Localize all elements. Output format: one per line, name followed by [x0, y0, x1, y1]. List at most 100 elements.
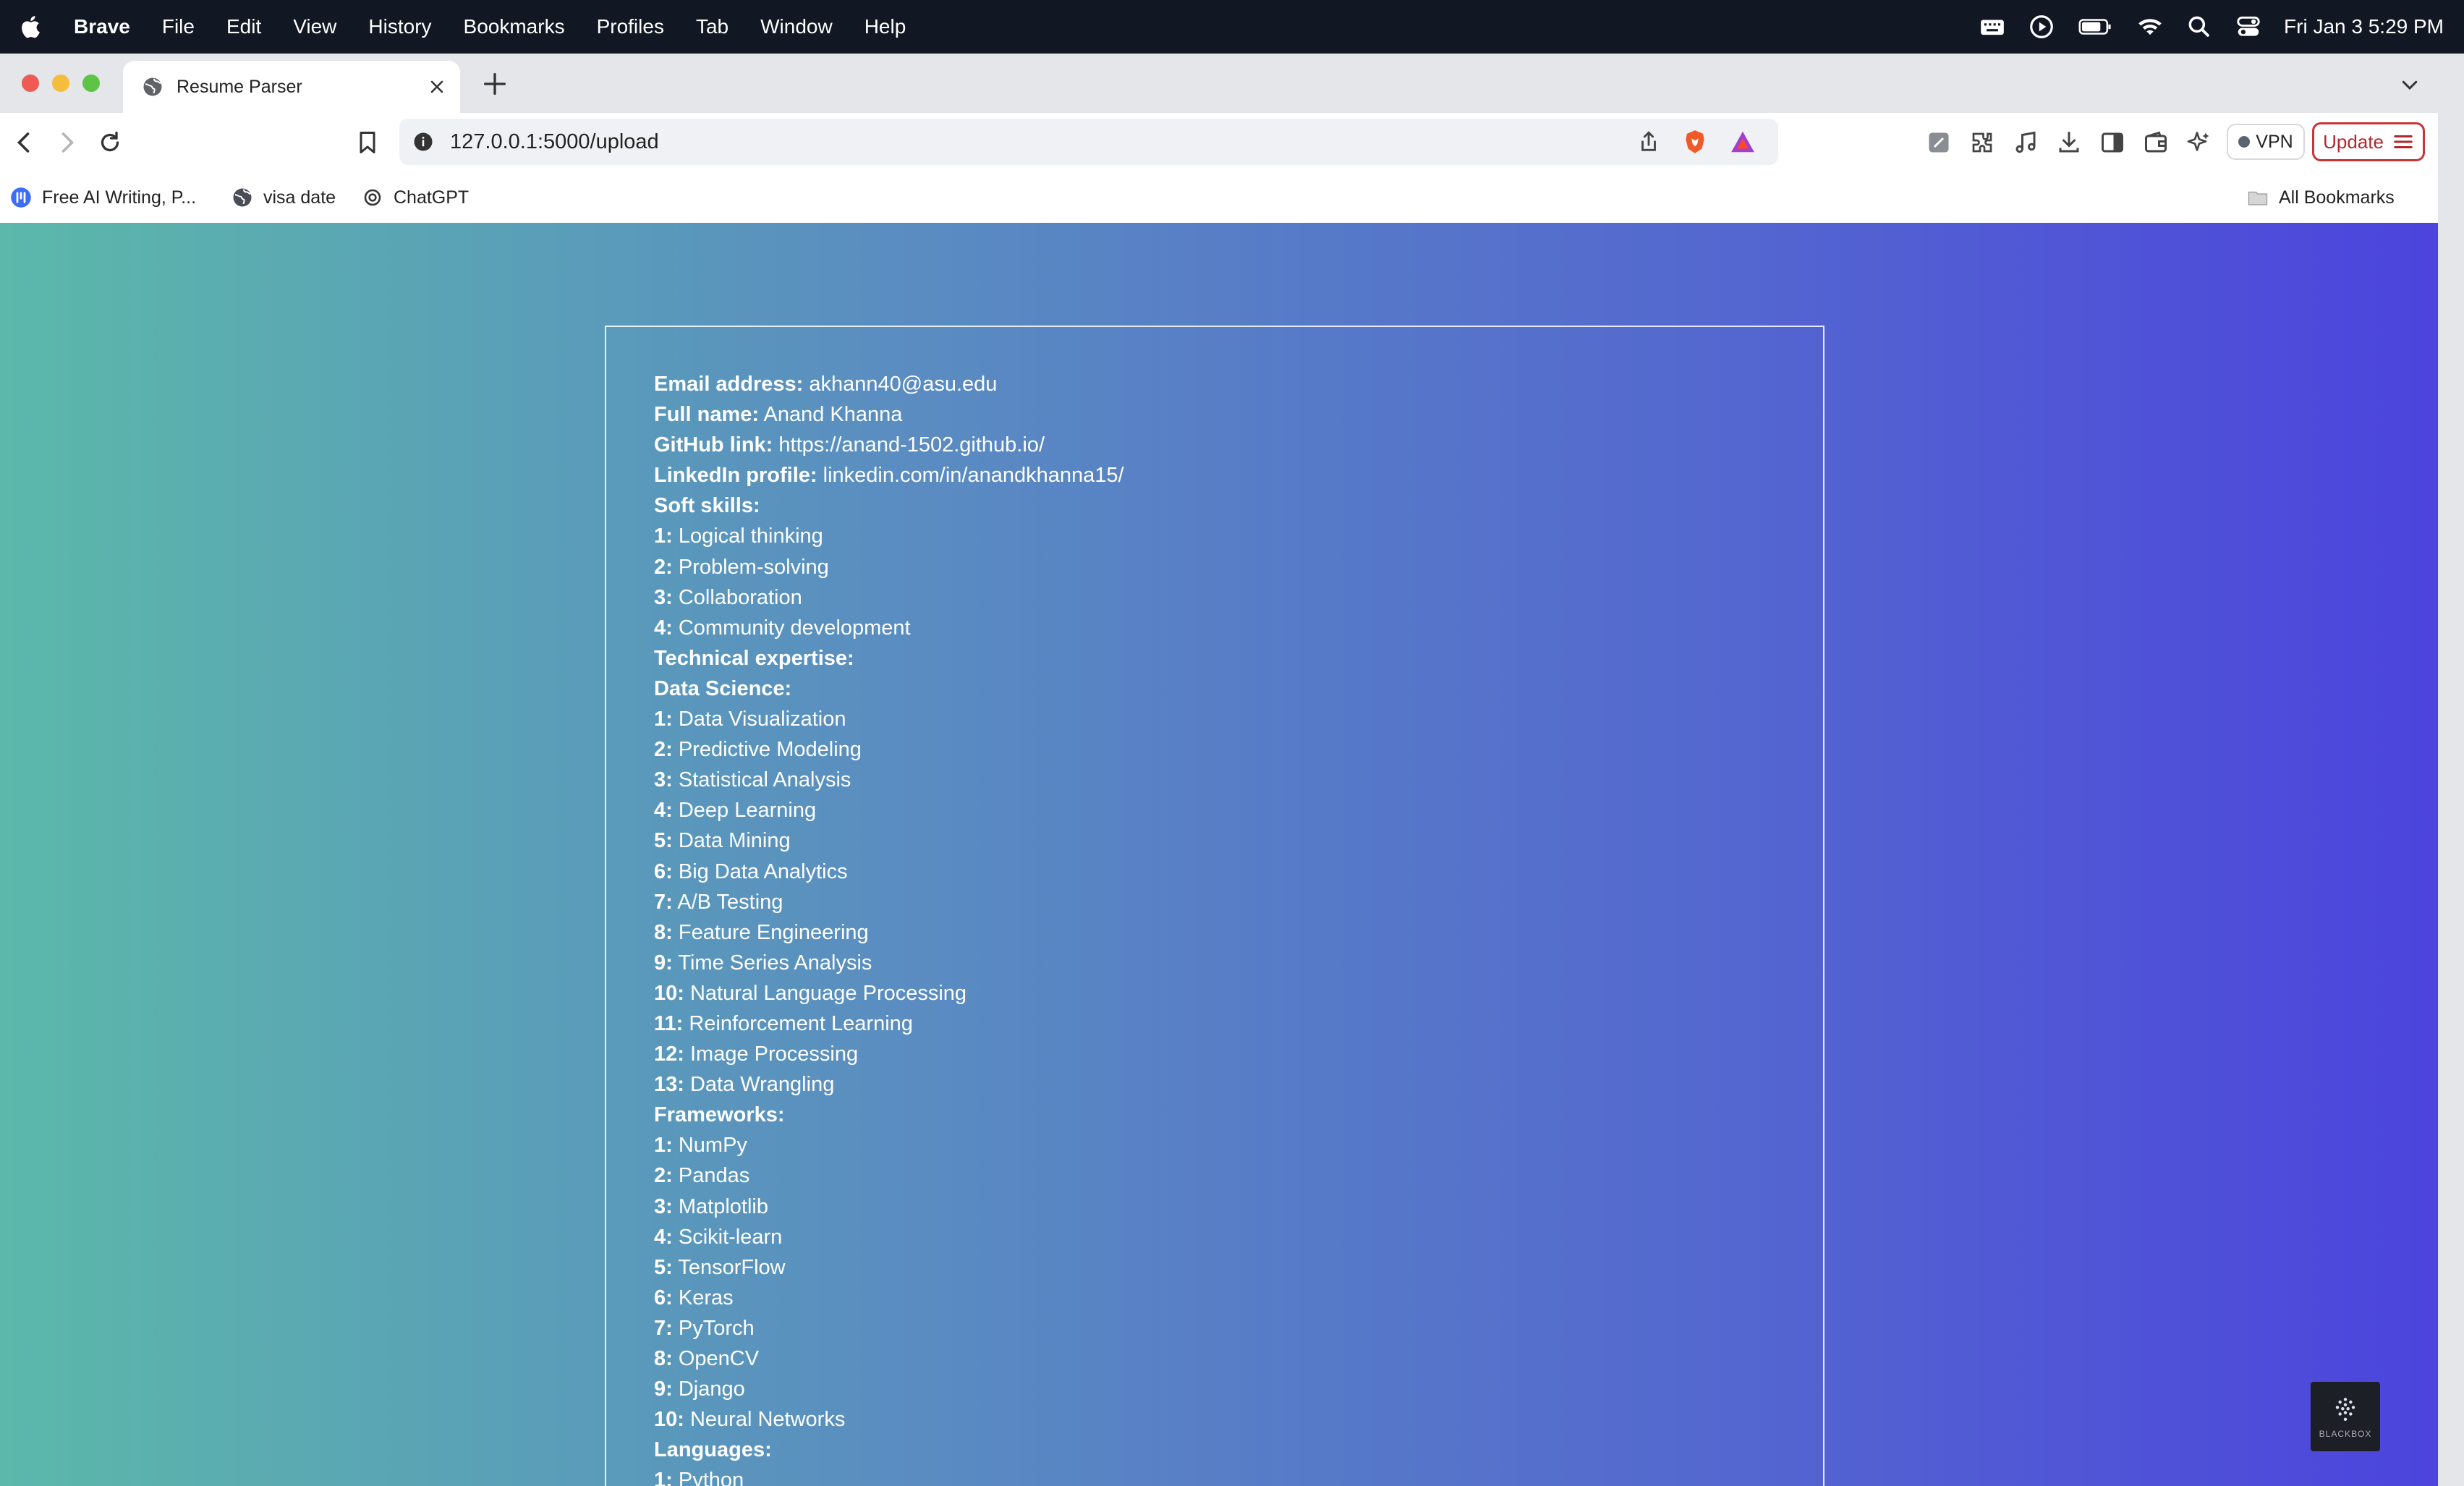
blackbox-logo-icon [2335, 1398, 2355, 1422]
control-center-icon[interactable] [2235, 13, 2262, 41]
menu-profiles[interactable]: Profiles [597, 15, 664, 38]
resume-line: Technical expertise: [654, 643, 1124, 674]
resume-line-key: 6: [654, 1286, 673, 1309]
resume-line: Full name: Anand Khanna [654, 399, 1124, 430]
wifi-icon[interactable] [2136, 13, 2164, 41]
resume-line-key: 7: [654, 1316, 673, 1340]
back-icon[interactable] [12, 130, 38, 156]
vpn-button[interactable]: VPN [2227, 124, 2305, 160]
macos-menubar: Brave File Edit View History Bookmarks P… [0, 0, 2464, 54]
menu-tab[interactable]: Tab [696, 15, 728, 38]
globe-icon [143, 77, 162, 96]
menu-view[interactable]: View [293, 15, 336, 38]
resume-line-value: Python [672, 1469, 744, 1486]
menu-history[interactable]: History [368, 15, 431, 38]
menu-app-name[interactable]: Brave [74, 15, 130, 38]
extensions-icon[interactable] [1969, 130, 1995, 156]
brave-shields-icon[interactable] [1681, 128, 1709, 156]
resume-line-key: Data Science: [654, 676, 792, 700]
update-menu-button[interactable]: Update [2312, 122, 2425, 161]
tab-list-chevron-icon[interactable] [2399, 74, 2421, 95]
play-icon[interactable] [2028, 13, 2055, 41]
resume-line: Email address: akhann40@asu.edu [654, 369, 1124, 399]
minimize-window-button[interactable] [52, 75, 69, 92]
resume-line-value: TensorFlow [672, 1255, 786, 1279]
resume-line: Frameworks: [654, 1100, 1124, 1130]
download-icon[interactable] [2056, 130, 2082, 156]
resume-line: 9: Django [654, 1374, 1124, 1404]
leo-sidebar-icon[interactable] [1926, 130, 1952, 156]
keyboard-icon[interactable] [1979, 13, 2006, 41]
battery-icon[interactable] [2077, 13, 2115, 41]
blackbox-ai-widget[interactable]: BLACKBOX [2311, 1382, 2380, 1451]
resume-line-key: 9: [654, 951, 673, 975]
bookmark-icon[interactable] [354, 130, 381, 156]
resume-line-value: https://anand-1502.github.io/ [773, 433, 1045, 457]
resume-line-value: linkedin.com/in/anandkhanna15/ [817, 464, 1124, 488]
menubar-clock[interactable]: Fri Jan 3 5:29 PM [2284, 15, 2444, 38]
menu-bookmarks[interactable]: Bookmarks [464, 15, 565, 38]
menu-help[interactable]: Help [864, 15, 906, 38]
resume-line: 6: Big Data Analytics [654, 857, 1124, 887]
bookmark-free-ai-writing[interactable]: Free AI Writing, P... [10, 184, 196, 211]
resume-line-key: 10: [654, 981, 684, 1005]
resume-line-value: Image Processing [684, 1043, 859, 1066]
page-viewport: Email address: akhann40@asu.edu Full name… [0, 223, 2438, 1486]
resume-line: 7: A/B Testing [654, 887, 1124, 917]
resume-line-value: Scikit-learn [672, 1225, 783, 1249]
resume-line-key: 6: [654, 859, 673, 883]
tab-resume-parser[interactable]: Resume Parser [123, 61, 460, 113]
resume-line-key: Soft skills: [654, 494, 760, 518]
tab-strip: Resume Parser [0, 54, 2438, 113]
forward-icon[interactable] [54, 130, 80, 156]
reload-icon[interactable] [97, 130, 123, 156]
bookmark-chatgpt[interactable]: ChatGPT [362, 184, 469, 211]
resume-line: Soft skills: [654, 491, 1124, 521]
resume-line: Languages: [654, 1435, 1124, 1465]
menu-edit[interactable]: Edit [226, 15, 261, 38]
apple-icon[interactable] [19, 14, 45, 40]
resume-line-key: 5: [654, 1255, 673, 1279]
menu-window[interactable]: Window [760, 15, 833, 38]
resume-line: GitHub link: https://anand-1502.github.i… [654, 430, 1124, 460]
resume-line: Data Science: [654, 674, 1124, 704]
resume-line-key: 13: [654, 1073, 684, 1097]
resume-line: 1: Logical thinking [654, 521, 1124, 551]
share-icon[interactable] [1636, 130, 1661, 154]
vpn-label: VPN [2256, 131, 2293, 152]
resume-line-key: 3: [654, 585, 673, 609]
sidebar-toggle-icon[interactable] [2099, 130, 2125, 156]
brave-rewards-icon[interactable] [1729, 128, 1756, 156]
site-info-icon[interactable] [412, 131, 434, 153]
resume-line: 10: Natural Language Processing [654, 978, 1124, 1009]
resume-parsed-content: Email address: akhann40@asu.edu Full name… [654, 369, 1124, 1486]
close-window-button[interactable] [22, 75, 39, 92]
address-bar[interactable]: 127.0.0.1:5000/upload [399, 119, 1778, 165]
bookmarks-bar: Free AI Writing, P... visa date ChatGPT … [0, 172, 2438, 224]
ai-writing-favicon-icon [11, 187, 31, 208]
new-tab-icon[interactable] [480, 69, 509, 98]
resume-line-value: Keras [672, 1286, 734, 1309]
search-icon[interactable] [2185, 13, 2213, 41]
resume-line-key: 1: [654, 1469, 673, 1486]
close-tab-icon[interactable] [428, 78, 446, 95]
zoom-window-button[interactable] [82, 75, 100, 92]
resume-line-value: Natural Language Processing [684, 981, 967, 1005]
globe-favicon-icon [233, 188, 252, 207]
resume-line-value: Pandas [672, 1164, 750, 1188]
resume-line-value: Feature Engineering [672, 920, 869, 944]
resume-line-value: akhann40@asu.edu [803, 373, 998, 396]
url-text[interactable]: 127.0.0.1:5000/upload [450, 130, 1636, 154]
leo-ai-icon[interactable] [2186, 130, 2212, 156]
resume-line-key: 4: [654, 616, 673, 640]
window-edge-strip [2438, 54, 2464, 1486]
all-bookmarks-button[interactable]: All Bookmarks [2247, 184, 2395, 211]
resume-line: 1: NumPy [654, 1130, 1124, 1160]
menu-file[interactable]: File [162, 15, 195, 38]
bookmark-visa-date[interactable]: visa date [231, 184, 336, 211]
media-music-icon[interactable] [2013, 130, 2039, 156]
folder-icon [2248, 191, 2268, 205]
wallet-icon[interactable] [2143, 130, 2169, 156]
resume-line-value: Collaboration [672, 585, 802, 609]
resume-line-value: Statistical Analysis [672, 768, 851, 792]
